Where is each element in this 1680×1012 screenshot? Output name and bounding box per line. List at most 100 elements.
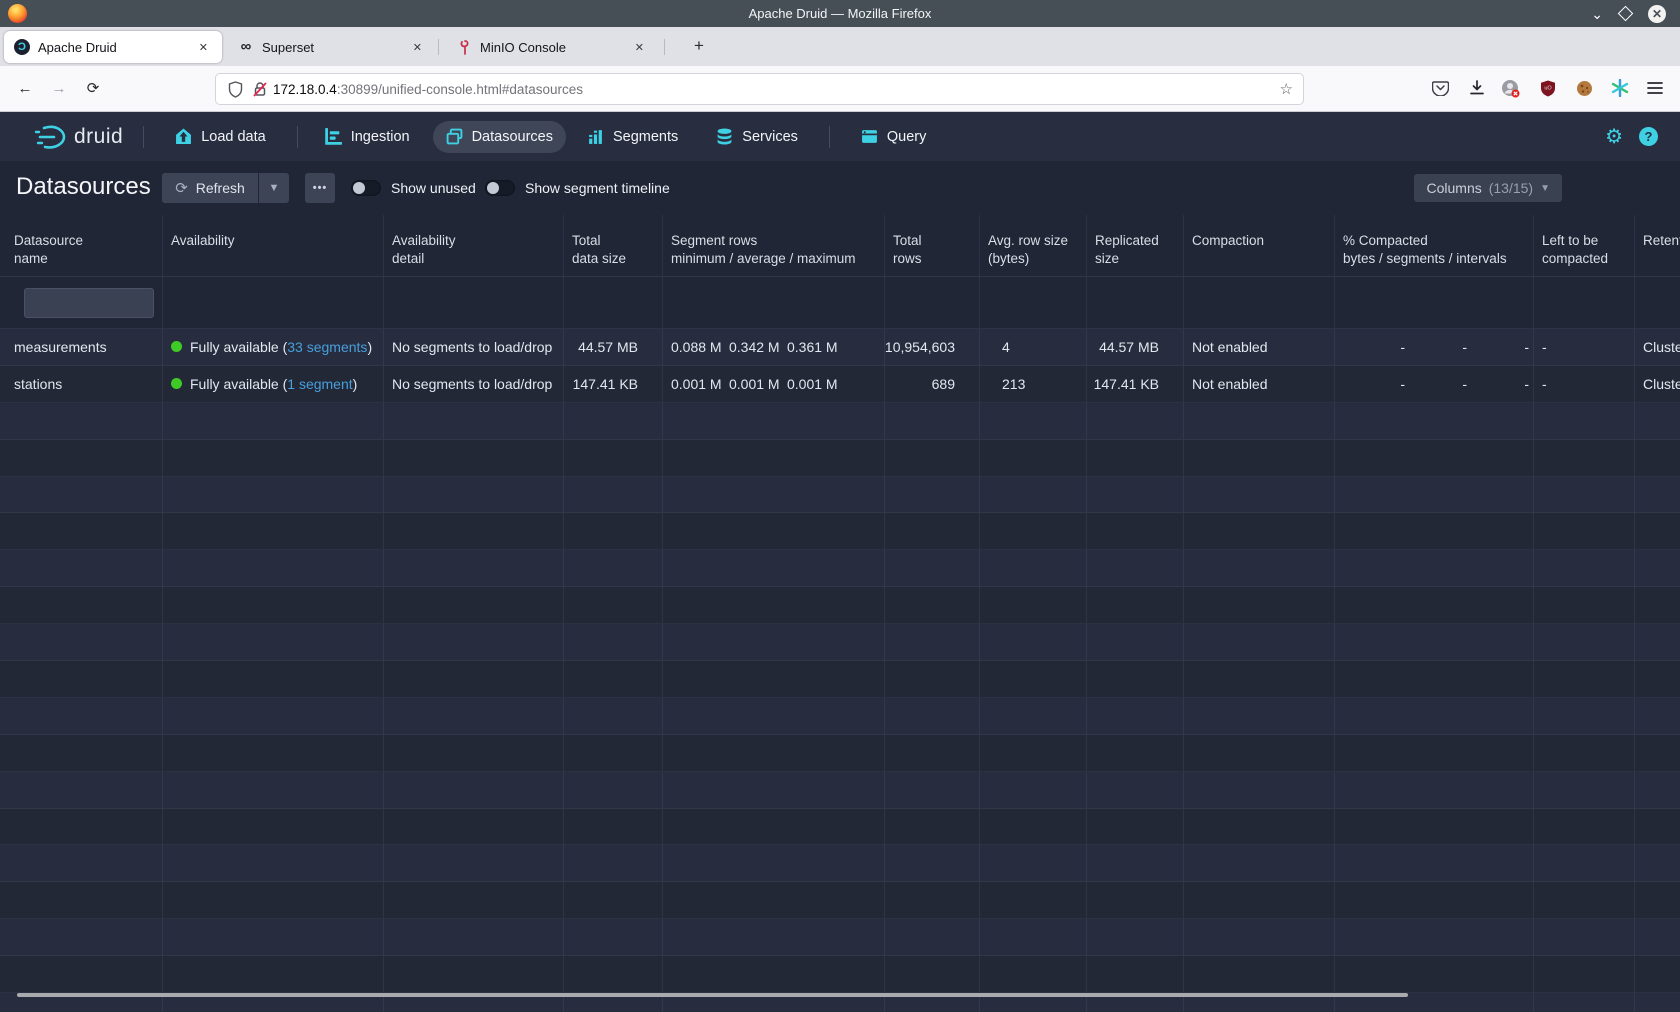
column-header-9[interactable]: % Compactedbytes / segments / intervals [1335,215,1534,276]
url-path: :30899/unified-console.html#datasources [337,82,583,97]
datasource-name-filter-input[interactable] [24,288,154,318]
empty-cell [163,550,384,586]
datasource-name-cell[interactable]: measurements [0,329,163,365]
cookie-icon[interactable] [1574,78,1594,98]
forward-button[interactable]: → [46,76,72,102]
empty-cell [885,919,980,955]
empty-cell [1184,919,1335,955]
help-icon[interactable]: ? [1639,127,1658,146]
nav-item-load-data[interactable]: Load data [162,121,279,153]
tab-title: MinIO Console [480,40,566,55]
back-button[interactable]: ← [12,76,38,102]
table-row-measurements[interactable]: measurementsFully available (33 segments… [0,329,1680,366]
window-maximize-icon[interactable] [1618,6,1634,22]
empty-table-row [0,956,1680,993]
horizontal-scrollbar-thumb[interactable] [17,993,1408,997]
column-header-4[interactable]: Segment rowsminimum / average / maximum [663,215,885,276]
table-row-stations[interactable]: stationsFully available (1 segment)No se… [0,366,1680,403]
empty-cell [980,550,1087,586]
tab-close-icon[interactable]: ✕ [195,39,212,56]
segments-link[interactable]: 1 segment [287,376,352,392]
pocket-icon[interactable] [1430,78,1450,98]
druid-logo[interactable]: druid [34,123,123,151]
empty-cell [0,772,163,808]
empty-table-row [0,919,1680,956]
empty-cell [1087,477,1184,513]
column-header-10[interactable]: Left to becompacted [1534,215,1635,276]
refresh-dropdown-caret[interactable]: ▼ [259,173,289,203]
column-header-1[interactable]: Availability [163,215,384,276]
downloads-icon[interactable] [1467,78,1487,98]
nav-item-segments[interactable]: Segments [574,121,691,153]
show-unused-toggle[interactable]: Show unused [351,180,476,196]
empty-cell [163,735,384,771]
navbar-separator [297,126,298,148]
window-minimize-icon[interactable]: ⌄ [1591,7,1603,21]
extension-asterisk-icon[interactable] [1610,78,1630,98]
empty-cell [163,919,384,955]
empty-cell [663,956,885,992]
empty-cell [885,477,980,513]
tab-minio-console[interactable]: MinIO Console ✕ [446,31,658,63]
reload-button[interactable]: ⟳ [80,76,106,102]
column-header-5[interactable]: Totalrows [885,215,980,276]
tab-close-icon[interactable]: ✕ [409,39,426,56]
column-header-8[interactable]: Compaction [1184,215,1335,276]
column-header-11[interactable]: Retention [1635,215,1680,276]
empty-cell [1184,735,1335,771]
empty-cell [564,735,663,771]
toggle-track[interactable] [485,180,515,196]
table-header-row: DatasourcenameAvailabilityAvailabilityde… [0,215,1680,277]
column-header-6[interactable]: Avg. row size(bytes) [980,215,1087,276]
empty-cell [1335,956,1534,992]
nav-item-query[interactable]: Query [848,121,940,153]
empty-cell [663,661,885,697]
druid-favicon: Ɔ [14,39,30,55]
retention-cell: Cluster default: loadForever [1635,366,1680,402]
window-close-icon[interactable]: ✕ [1648,5,1666,23]
empty-cell [663,624,885,660]
refresh-button[interactable]: ⟳ Refresh [162,173,258,203]
empty-cell [1184,440,1335,476]
account-disabled-icon[interactable] [1500,78,1520,98]
replicated-size-cell: 44.57 MB [1087,329,1184,365]
ublock-icon[interactable]: uO [1538,78,1558,98]
url-bar[interactable]: 172.18.0.4:30899/unified-console.html#da… [215,73,1304,105]
column-header-7[interactable]: Replicatedsize [1087,215,1184,276]
nav-item-datasources[interactable]: Datasources [433,121,566,153]
tab-close-icon[interactable]: ✕ [631,39,648,56]
show-segment-timeline-toggle[interactable]: Show segment timeline [485,180,670,196]
more-actions-button[interactable]: ••• [305,173,335,203]
empty-cell [980,513,1087,549]
empty-cell [1534,956,1635,992]
tab-apache-druid[interactable]: Ɔ Apache Druid ✕ [4,31,222,63]
insecure-lock-icon[interactable] [253,81,267,97]
new-tab-button[interactable]: + [686,33,712,59]
empty-cell [980,661,1087,697]
menu-hamburger-icon[interactable] [1645,78,1665,98]
empty-cell [163,587,384,623]
empty-cell [1534,477,1635,513]
empty-table-row [0,698,1680,735]
column-header-2[interactable]: Availabilitydetail [384,215,564,276]
filter-cell-3 [564,277,663,328]
column-header-3[interactable]: Totaldata size [564,215,663,276]
nav-item-ingestion[interactable]: Ingestion [312,121,423,153]
settings-gear-icon[interactable]: ⚙ [1605,127,1623,147]
segments-link[interactable]: 33 segments [287,339,367,355]
empty-cell [885,845,980,881]
toggle-track[interactable] [351,180,381,196]
nav-item-services[interactable]: Services [703,121,811,153]
filter-cell-5 [885,277,980,328]
column-header-0[interactable]: Datasourcename [0,215,163,276]
tracking-shield-icon[interactable] [228,81,243,98]
columns-button[interactable]: Columns (13/15) ▼ [1414,174,1562,202]
datasource-name-cell[interactable]: stations [0,366,163,402]
empty-cell [885,882,980,918]
druid-navbar: druid Load data Ingestion Datasources Se… [0,112,1680,161]
bookmark-star-icon[interactable]: ☆ [1280,80,1293,98]
empty-cell [1087,919,1184,955]
empty-cell [1335,845,1534,881]
table-filter-row [0,277,1680,329]
tab-superset[interactable]: ∞ Superset ✕ [228,31,436,63]
